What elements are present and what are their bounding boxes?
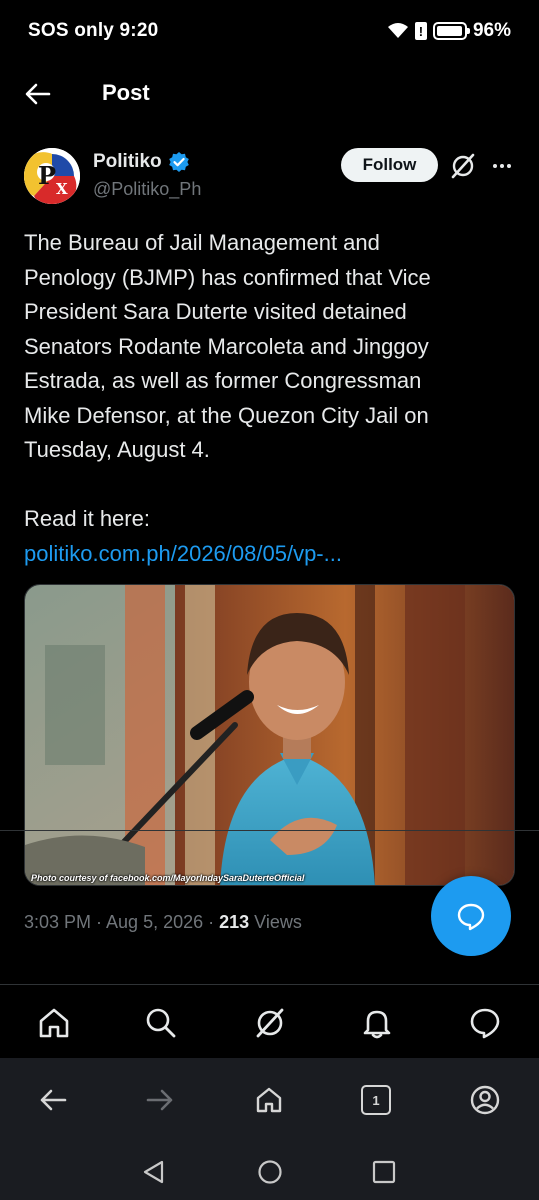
arrow-right-icon bbox=[146, 1089, 173, 1111]
home-icon bbox=[256, 1087, 282, 1113]
views-label: Views bbox=[249, 912, 302, 932]
system-recents-button[interactable] bbox=[370, 1158, 398, 1186]
author-name-text: Politiko bbox=[93, 151, 162, 172]
nav-grok[interactable] bbox=[250, 1003, 290, 1043]
svg-text:P: P bbox=[38, 161, 56, 190]
battery-percent: 96% bbox=[472, 20, 511, 41]
arrow-left-icon bbox=[40, 1089, 67, 1111]
top-header: Post bbox=[0, 66, 539, 122]
alert-icon: ! bbox=[414, 22, 427, 40]
divider bbox=[0, 830, 539, 831]
photo-illustration bbox=[25, 585, 514, 885]
browser-forward-button[interactable] bbox=[142, 1082, 178, 1118]
browser-home-button[interactable] bbox=[251, 1082, 287, 1118]
verified-badge-icon bbox=[168, 152, 189, 172]
dot-icon bbox=[500, 164, 504, 168]
author-handle[interactable]: @Politiko_Ph bbox=[93, 179, 201, 200]
messages-icon bbox=[470, 1008, 500, 1039]
circle-home-icon bbox=[258, 1160, 282, 1184]
system-back-button[interactable] bbox=[140, 1158, 168, 1186]
home-icon bbox=[39, 1008, 69, 1038]
triangle-back-icon bbox=[143, 1160, 164, 1184]
grok-icon bbox=[451, 153, 475, 179]
bottom-nav bbox=[0, 984, 539, 1058]
tweet-text-line: Penology (BJMP) has confirmed that Vice bbox=[24, 264, 431, 290]
read-more-label: Read it here: bbox=[24, 506, 150, 531]
tweet-text-line: The Bureau of Jail Management and bbox=[24, 230, 380, 255]
browser-toolbar: 1 bbox=[0, 1058, 539, 1142]
browser-tabs-button[interactable]: 1 bbox=[358, 1082, 394, 1118]
status-icons: ! 96% bbox=[387, 20, 511, 42]
tweet-text-line: Tuesday, August 4. bbox=[24, 437, 210, 462]
politiko-logo-icon: P X bbox=[24, 148, 80, 204]
follow-button[interactable]: Follow bbox=[341, 148, 438, 182]
square-recents-icon bbox=[372, 1160, 396, 1184]
tweet-text-line: President Sara Duterte visited detained bbox=[24, 299, 407, 324]
nav-notifications[interactable] bbox=[357, 1003, 397, 1043]
tweet-text-line: Senators Rodante Marcoleta and Jinggoy bbox=[24, 333, 429, 359]
dot-icon bbox=[507, 164, 511, 168]
battery-icon bbox=[432, 22, 470, 40]
nav-search[interactable] bbox=[141, 1003, 181, 1043]
nav-messages[interactable] bbox=[465, 1003, 505, 1043]
tweet-text: The Bureau of Jail Management and Penolo… bbox=[24, 226, 516, 571]
status-bar: SOS only 9:20 ! 96% bbox=[0, 0, 539, 66]
tweet-text-line: Estrada, as well as former Congressman bbox=[24, 368, 422, 393]
views-count: 213 bbox=[219, 912, 250, 932]
avatar[interactable]: P X bbox=[24, 148, 80, 204]
account-icon bbox=[470, 1085, 500, 1115]
grok-icon bbox=[256, 1008, 284, 1038]
grok-button[interactable] bbox=[449, 152, 477, 180]
notifications-icon bbox=[363, 1010, 391, 1039]
nav-home[interactable] bbox=[34, 1003, 74, 1043]
search-icon bbox=[146, 1008, 176, 1038]
wifi-icon bbox=[387, 23, 408, 38]
system-home-button[interactable] bbox=[256, 1158, 284, 1186]
status-time: SOS only 9:20 bbox=[28, 20, 159, 41]
back-button[interactable] bbox=[22, 78, 54, 110]
reply-fab-button[interactable] bbox=[431, 876, 511, 956]
more-options-button[interactable] bbox=[488, 154, 516, 178]
tweet-image[interactable]: Photo courtesy of facebook.com/MayorInda… bbox=[24, 584, 515, 886]
page-title: Post bbox=[102, 80, 150, 105]
tweet-timestamp[interactable]: 3:03 PM · Aug 5, 2026 · bbox=[24, 912, 219, 932]
system-nav-bar bbox=[0, 1142, 539, 1200]
dot-icon bbox=[493, 164, 497, 168]
arrow-left-icon bbox=[25, 83, 51, 105]
tweet-meta: 3:03 PM · Aug 5, 2026 · 213 Views bbox=[24, 912, 302, 933]
browser-back-button[interactable] bbox=[35, 1082, 71, 1118]
tweet-text-line: Mike Defensor, at the Quezon City Jail o… bbox=[24, 402, 429, 428]
tab-count: 1 bbox=[361, 1085, 391, 1115]
media-caption: Photo courtesy of facebook.com/MayorInda… bbox=[31, 873, 305, 883]
author-name[interactable]: Politiko bbox=[93, 151, 190, 173]
reply-bubble-icon bbox=[457, 903, 485, 931]
svg-text:X: X bbox=[56, 180, 68, 198]
browser-profile-button[interactable] bbox=[467, 1082, 503, 1118]
tweet-link[interactable]: politiko.com.ph/2026/08/05/vp-... bbox=[24, 537, 516, 572]
